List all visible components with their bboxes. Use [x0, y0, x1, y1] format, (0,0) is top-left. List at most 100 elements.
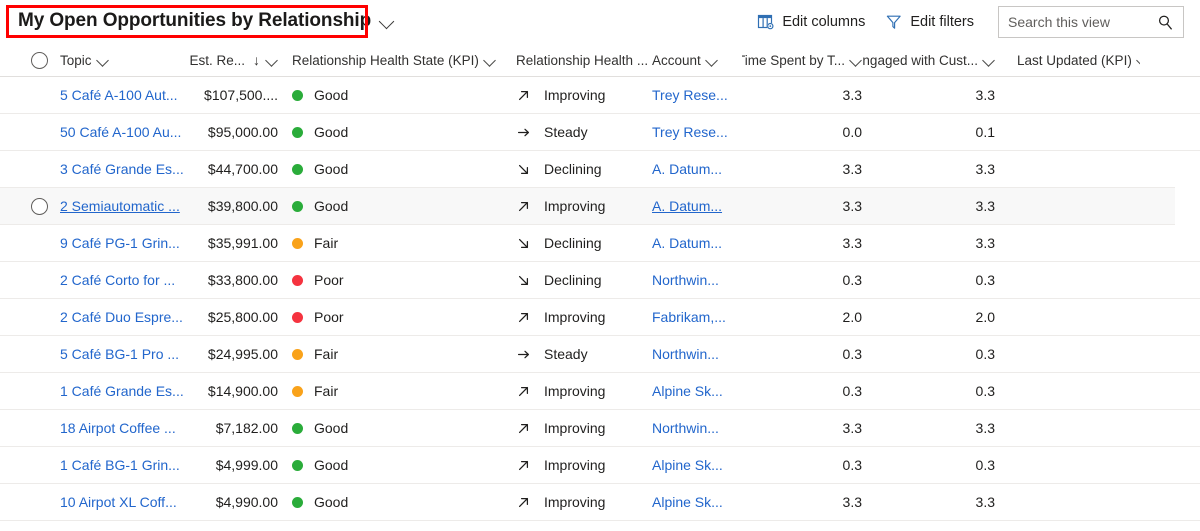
grid-header-row: Topic Est. Re...↓ Relationship Health St…: [0, 44, 1200, 77]
view-selector[interactable]: My Open Opportunities by Relationship: [14, 7, 399, 35]
account-link[interactable]: Alpine Sk...: [652, 457, 723, 473]
cell-time-engaged: 0.3: [862, 346, 995, 362]
trend-icon: [516, 310, 531, 325]
cell-relationship-health-state: Fair: [278, 235, 510, 251]
row-select-cell: [0, 124, 60, 141]
column-header-label: Relationship Health State (KPI): [292, 53, 479, 68]
health-label: Good: [314, 124, 348, 140]
edit-columns-button[interactable]: Edit columns: [747, 6, 875, 38]
topic-link[interactable]: 5 Café A-100 Aut...: [60, 87, 178, 103]
cell-time-spent: 0.3: [742, 457, 862, 473]
select-all-checkbox[interactable]: [31, 52, 48, 69]
table-row[interactable]: 2 Café Corto for ...$33,800.00PoorDeclin…: [0, 262, 1200, 299]
topic-link[interactable]: 3 Café Grande Es...: [60, 161, 184, 177]
account-link[interactable]: Alpine Sk...: [652, 383, 723, 399]
table-row[interactable]: 2 Semiautomatic ...$39,800.00GoodImprovi…: [0, 188, 1200, 225]
column-header-est-revenue[interactable]: Est. Re...↓: [190, 52, 278, 68]
account-link[interactable]: Fabrikam,...: [652, 309, 726, 325]
cell-time-spent: 3.3: [742, 235, 862, 251]
search-input[interactable]: [999, 7, 1151, 37]
cell-account: Alpine Sk...: [652, 494, 742, 510]
cell-relationship-health-state: Good: [278, 87, 510, 103]
account-link[interactable]: Northwin...: [652, 272, 719, 288]
cell-topic: 9 Café PG-1 Grin...: [60, 235, 190, 251]
search-icon[interactable]: [1157, 14, 1174, 31]
topic-link[interactable]: 2 Café Duo Espre...: [60, 309, 183, 325]
cell-est-revenue: $44,700.00: [190, 161, 278, 177]
account-link[interactable]: Northwin...: [652, 346, 719, 362]
cell-time-engaged: 0.3: [862, 272, 995, 288]
topic-link[interactable]: 10 Airpot XL Coff...: [60, 494, 177, 510]
topic-link[interactable]: 50 Café A-100 Au...: [60, 124, 181, 140]
trend-label: Improving: [544, 87, 605, 103]
account-link[interactable]: Northwin...: [652, 420, 719, 436]
cell-time-spent: 2.0: [742, 309, 862, 325]
table-row[interactable]: 1 Café Grande Es...$14,900.00FairImprovi…: [0, 373, 1200, 410]
edit-filters-button[interactable]: Edit filters: [875, 6, 984, 38]
row-select-cell: [0, 457, 60, 474]
trend-label: Improving: [544, 383, 605, 399]
cell-time-engaged: 3.3: [862, 198, 995, 214]
health-label: Fair: [314, 383, 338, 399]
cell-time-engaged: 0.3: [862, 457, 995, 473]
table-row[interactable]: 50 Café A-100 Au...$95,000.00GoodSteadyT…: [0, 114, 1200, 151]
account-link[interactable]: Trey Rese...: [652, 124, 728, 140]
cell-account: A. Datum...: [652, 235, 742, 251]
cell-est-revenue: $35,991.00: [190, 235, 278, 251]
cell-account: A. Datum...: [652, 198, 742, 214]
health-label: Good: [314, 420, 348, 436]
trend-label: Steady: [544, 124, 588, 140]
health-label: Poor: [314, 309, 344, 325]
column-header-topic[interactable]: Topic: [60, 53, 190, 68]
account-link[interactable]: Trey Rese...: [652, 87, 728, 103]
table-row[interactable]: 3 Café Grande Es...$44,700.00GoodDeclini…: [0, 151, 1200, 188]
cell-topic: 10 Airpot XL Coff...: [60, 494, 190, 510]
account-link[interactable]: Alpine Sk...: [652, 494, 723, 510]
cell-topic: 3 Café Grande Es...: [60, 161, 190, 177]
trend-label: Improving: [544, 457, 605, 473]
topic-link[interactable]: 1 Café Grande Es...: [60, 383, 184, 399]
trend-icon: [516, 495, 531, 510]
topic-link[interactable]: 5 Café BG-1 Pro ...: [60, 346, 179, 362]
row-select-checkbox[interactable]: [31, 198, 48, 215]
cell-topic: 2 Semiautomatic ...: [60, 198, 190, 214]
topic-link[interactable]: 1 Café BG-1 Grin...: [60, 457, 180, 473]
search-box[interactable]: [998, 6, 1184, 38]
table-row[interactable]: 2 Café Duo Espre...$25,800.00PoorImprovi…: [0, 299, 1200, 336]
row-select-cell: [0, 346, 60, 363]
cell-account: Northwin...: [652, 272, 742, 288]
table-row[interactable]: 10 Airpot XL Coff...$4,990.00GoodImprovi…: [0, 484, 1200, 521]
topic-link[interactable]: 2 Café Corto for ...: [60, 272, 175, 288]
column-header-relationship-health[interactable]: Relationship Health ...: [510, 53, 652, 68]
trend-icon: [516, 236, 531, 251]
cell-time-spent: 3.3: [742, 198, 862, 214]
row-select-cell: [0, 198, 60, 215]
cell-est-revenue: $7,182.00: [190, 420, 278, 436]
column-header-last-updated[interactable]: Last Updated (KPI): [995, 53, 1140, 68]
column-header-relationship-health-state[interactable]: Relationship Health State (KPI): [278, 53, 510, 68]
table-row[interactable]: 1 Café BG-1 Grin...$4,999.00GoodImprovin…: [0, 447, 1200, 484]
column-header-account[interactable]: Account: [652, 53, 742, 68]
table-row[interactable]: 9 Café PG-1 Grin... $35,991.00Fair Declini…: [0, 225, 1200, 262]
cell-topic: 2 Café Corto for ...: [60, 272, 190, 288]
table-row[interactable]: 5 Café A-100 Aut...$107,500....GoodImpro…: [0, 77, 1200, 114]
trend-icon: [516, 125, 531, 140]
cell-relationship-health-trend: Steady: [510, 124, 652, 140]
trend-label: Declining: [544, 235, 602, 251]
chevron-down-icon: [484, 54, 496, 66]
account-link[interactable]: A. Datum...: [652, 161, 722, 177]
data-grid: Topic Est. Re...↓ Relationship Health St…: [0, 44, 1200, 531]
topic-link[interactable]: 18 Airpot Coffee ...: [60, 420, 176, 436]
page-title: My Open Opportunities by Relationship: [18, 10, 371, 32]
column-header-time-engaged[interactable]: Time Engaged with Cust...: [862, 53, 995, 68]
health-label: Good: [314, 161, 348, 177]
table-row[interactable]: 18 Airpot Coffee ...$7,182.00GoodImprovi…: [0, 410, 1200, 447]
topic-link[interactable]: 2 Semiautomatic ...: [60, 198, 180, 214]
chevron-down-icon: [266, 54, 278, 66]
topic-link[interactable]: 9 Café PG-1 Grin...: [60, 235, 180, 251]
column-header-time-spent[interactable]: Time Spent by T...: [742, 53, 862, 68]
cell-topic: 5 Café A-100 Aut...: [60, 87, 190, 103]
table-row[interactable]: 5 Café BG-1 Pro ...$24,995.00FairSteadyN…: [0, 336, 1200, 373]
account-link[interactable]: A. Datum...: [652, 198, 722, 214]
account-link[interactable]: A. Datum...: [652, 235, 722, 251]
